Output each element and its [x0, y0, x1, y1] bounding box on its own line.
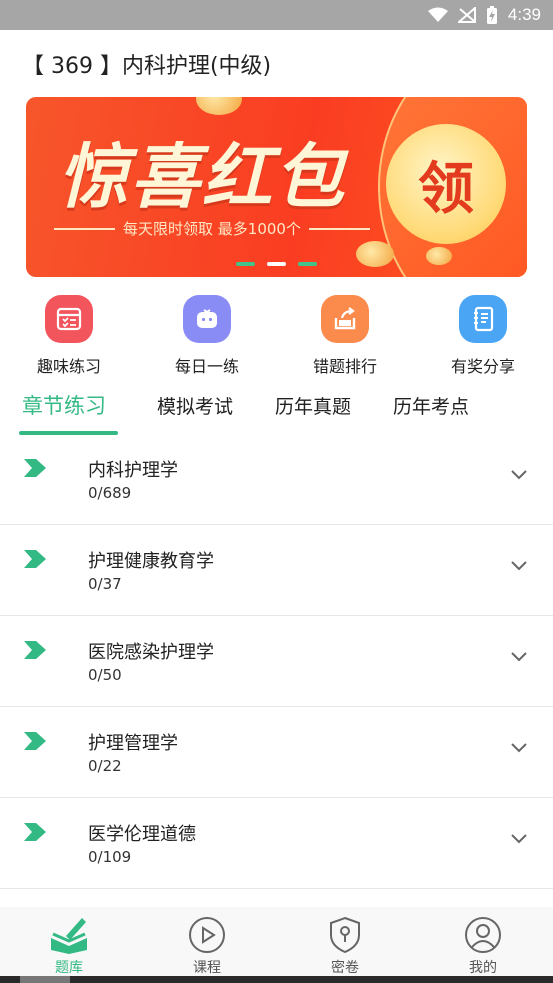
- play-circle-icon: [157, 915, 257, 955]
- divider: [54, 227, 116, 230]
- page-title: 【 369 】内科护理(中级): [22, 54, 272, 79]
- nav-item-courses[interactable]: 课程: [157, 907, 257, 977]
- divider: [308, 227, 371, 230]
- carousel-dot[interactable]: [298, 262, 317, 266]
- chevron-down-icon[interactable]: [511, 652, 527, 662]
- robot-icon: [183, 295, 231, 343]
- bottom-nav: 题库 课程 密卷 我的: [0, 907, 553, 976]
- tab-bar: 章节练习 模拟考试 历年真题 历年考点: [0, 388, 553, 436]
- list-item[interactable]: 内科护理学 0/689: [0, 434, 553, 525]
- status-icons: 4:39: [427, 5, 541, 25]
- nav-label: 题库: [55, 960, 83, 976]
- nav-item-secret-papers[interactable]: 密卷: [295, 907, 395, 977]
- chapter-progress: 0/37: [88, 575, 122, 593]
- claim-button[interactable]: 领: [386, 124, 506, 244]
- quiz-list-icon: [45, 295, 93, 343]
- chapter-progress: 0/50: [88, 666, 122, 684]
- chevron-down-icon[interactable]: [511, 743, 527, 753]
- chapter-list: 内科护理学 0/689 护理健康教育学 0/37 医院感染护理学 0/50 护理…: [0, 434, 553, 889]
- chevron-right-icon: [24, 823, 46, 841]
- system-gesture-bar: [0, 976, 553, 983]
- chevron-down-icon[interactable]: [511, 470, 527, 480]
- wifi-icon: [427, 7, 448, 22]
- quick-item-label: 每日一练: [174, 357, 239, 376]
- carousel-indicator: [236, 262, 317, 266]
- nav-item-question-bank[interactable]: 题库: [19, 907, 119, 977]
- user-icon: [433, 915, 533, 955]
- status-bar: 4:39: [0, 0, 553, 30]
- quick-item-reward-share[interactable]: 有奖分享: [433, 295, 533, 377]
- shield-lock-icon: [295, 915, 395, 955]
- chevron-right-icon: [24, 459, 46, 477]
- promo-banner[interactable]: 惊喜红包 每天限时领取 最多1000个 领: [26, 97, 527, 277]
- coin-decoration: [356, 241, 394, 267]
- status-time: 4:39: [507, 5, 541, 24]
- banner-headline: 惊喜红包: [58, 136, 346, 218]
- nav-label: 我的: [469, 960, 497, 976]
- notebook-icon: [459, 295, 507, 343]
- chapter-progress: 0/109: [88, 848, 132, 866]
- tab-past-papers[interactable]: 历年真题: [275, 392, 351, 419]
- quick-item-wrong-ranking[interactable]: 错题排行: [295, 295, 395, 377]
- quick-item-label: 趣味练习: [36, 357, 101, 376]
- nav-label: 课程: [193, 960, 221, 976]
- chapter-progress: 0/689: [88, 484, 132, 502]
- list-item[interactable]: 医院感染护理学 0/50: [0, 616, 553, 707]
- banner-subtitle: 每天限时领取 最多1000个: [54, 218, 371, 239]
- quick-item-label: 有奖分享: [450, 357, 515, 376]
- carousel-dot[interactable]: [236, 262, 255, 266]
- quick-item-label: 错题排行: [312, 357, 377, 376]
- carousel-dot-active[interactable]: [267, 262, 286, 266]
- nav-label: 密卷: [331, 960, 359, 976]
- quick-item-fun-practice[interactable]: 趣味练习: [19, 295, 119, 377]
- chevron-down-icon[interactable]: [511, 834, 527, 844]
- chapter-title: 护理管理学: [88, 733, 178, 754]
- share-box-icon: [321, 295, 369, 343]
- quick-menu: 趣味练习 每日一练 错题排行 有奖分享: [0, 295, 553, 377]
- gesture-handle: [20, 976, 70, 983]
- banner-subtitle-text: 每天限时领取 最多1000个: [123, 220, 301, 238]
- tab-mock-exam[interactable]: 模拟考试: [157, 392, 233, 419]
- tab-chapter-practice[interactable]: 章节练习: [22, 390, 106, 420]
- chapter-title: 医院感染护理学: [88, 642, 214, 663]
- list-item[interactable]: 护理管理学 0/22: [0, 707, 553, 798]
- chapter-title: 医学伦理道德: [88, 824, 196, 845]
- question-bank-icon: [19, 915, 119, 955]
- chevron-down-icon[interactable]: [511, 561, 527, 571]
- list-item[interactable]: 医学伦理道德 0/109: [0, 798, 553, 889]
- tab-past-key-points[interactable]: 历年考点: [393, 392, 469, 419]
- chapter-progress: 0/22: [88, 757, 122, 775]
- quick-item-daily-practice[interactable]: 每日一练: [157, 295, 257, 377]
- coin-decoration: [196, 97, 242, 115]
- list-item[interactable]: 护理健康教育学 0/37: [0, 525, 553, 616]
- chevron-right-icon: [24, 641, 46, 659]
- battery-charging-icon: [486, 6, 497, 24]
- no-signal-icon: [457, 7, 476, 23]
- chevron-right-icon: [24, 550, 46, 568]
- chapter-title: 内科护理学: [88, 460, 178, 481]
- chapter-title: 护理健康教育学: [88, 551, 214, 572]
- chevron-right-icon: [24, 732, 46, 750]
- coin-decoration: [426, 247, 452, 265]
- nav-item-profile[interactable]: 我的: [433, 907, 533, 977]
